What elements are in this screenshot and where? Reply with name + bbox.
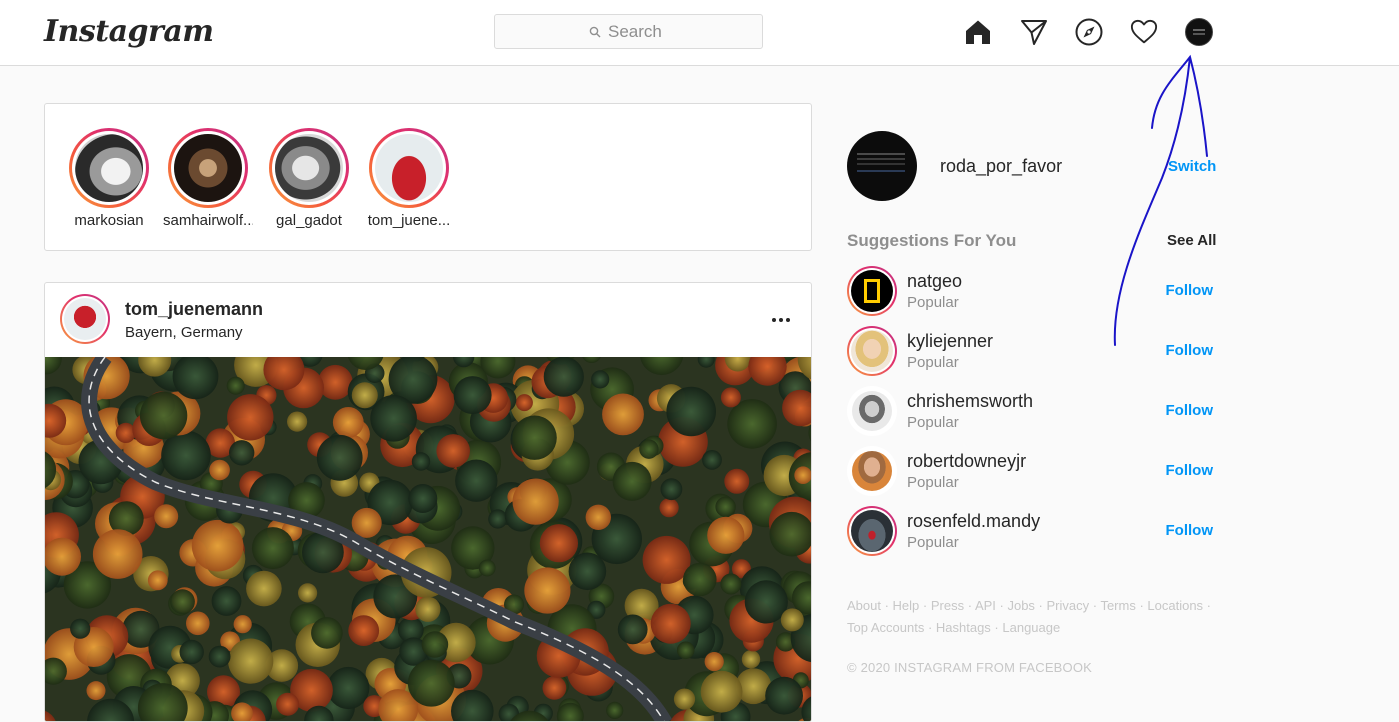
story-avatar [375,134,443,202]
suggestion-row: kyliejenner Popular Follow [847,326,1213,382]
more-dots-icon [772,318,776,322]
footer-link-language[interactable]: Language [1002,620,1060,635]
direct-message-icon[interactable] [1020,18,1048,46]
footer-link-privacy[interactable]: Privacy [1047,598,1090,613]
suggestion-avatar[interactable] [847,266,897,316]
story-username: gal_gadot [264,212,354,229]
suggestion-username[interactable]: chrishemsworth [907,391,1033,412]
explore-compass-icon[interactable] [1075,18,1103,46]
post-image[interactable] [45,357,812,722]
autumn-forest-road-photo [45,357,812,722]
follow-button[interactable]: Follow [1166,522,1214,539]
search-box[interactable] [494,14,763,49]
footer-link-locations[interactable]: Locations [1147,598,1203,613]
follow-button[interactable]: Follow [1166,462,1214,479]
suggestion-avatar[interactable] [847,446,897,496]
home-icon[interactable] [964,18,992,46]
suggestion-avatar[interactable] [847,386,897,436]
story-avatar [174,134,242,202]
copyright-text: © 2020 INSTAGRAM FROM FACEBOOK [847,660,1092,675]
footer-link-press[interactable]: Press [931,598,964,613]
suggestion-row: natgeo Popular Follow [847,266,1213,322]
suggestion-subtitle: Popular [907,414,959,431]
footer-links: About · Help · Press · API · Jobs · Priv… [847,595,1217,639]
stories-tray: markosian samhairwolf... gal_gadot tom_j… [44,103,812,251]
footer-link-help[interactable]: Help [893,598,920,613]
follow-button[interactable]: Follow [1166,282,1214,299]
activity-heart-icon[interactable] [1130,18,1158,46]
footer-link-top-accounts[interactable]: Top Accounts [847,620,924,635]
suggestion-username[interactable]: robertdowneyjr [907,451,1026,472]
story-ring [168,128,248,208]
natgeo-logo-icon [864,279,880,303]
instagram-logo[interactable]: Instagram [44,14,214,49]
footer-link-about[interactable]: About [847,598,881,613]
footer-link-api[interactable]: API [975,598,996,613]
story-ring [69,128,149,208]
suggestion-avatar[interactable] [847,506,897,556]
suggestion-subtitle: Popular [907,354,959,371]
post-location[interactable]: Bayern, Germany [125,324,243,341]
suggestion-subtitle: Popular [907,474,959,491]
search-input[interactable] [608,22,668,42]
suggestions-title: Suggestions For You [847,231,1016,251]
footer-link-jobs[interactable]: Jobs [1007,598,1034,613]
suggestion-username[interactable]: kyliejenner [907,331,993,352]
suggestion-row: chrishemsworth Popular Follow [847,386,1213,442]
search-icon [589,26,601,38]
current-user-username[interactable]: roda_por_favor [940,156,1062,177]
story-username: tom_juene... [364,212,454,229]
switch-account-button[interactable]: Switch [1168,158,1216,175]
story-item[interactable]: samhairwolf... [163,128,253,229]
suggestion-row: rosenfeld.mandy Popular Follow [847,506,1213,562]
story-ring [369,128,449,208]
follow-button[interactable]: Follow [1166,402,1214,419]
story-username: markosian [64,212,154,229]
post-author-avatar[interactable] [60,294,110,344]
suggestion-avatar[interactable] [847,326,897,376]
story-ring [269,128,349,208]
suggestion-row: robertdowneyjr Popular Follow [847,446,1213,502]
story-avatar [275,134,343,202]
current-user-avatar[interactable] [847,131,917,201]
suggestion-username[interactable]: rosenfeld.mandy [907,511,1040,532]
feed-post: tom_juenemann Bayern, Germany [44,282,812,722]
suggestion-subtitle: Popular [907,294,959,311]
story-item[interactable]: tom_juene... [364,128,454,229]
story-username: samhairwolf... [163,212,253,229]
footer-link-terms[interactable]: Terms [1100,598,1135,613]
suggestion-username[interactable]: natgeo [907,271,962,292]
story-avatar [75,134,143,202]
post-author-username[interactable]: tom_juenemann [125,299,263,320]
top-navigation-bar: Instagram [0,0,1399,66]
story-item[interactable]: gal_gadot [264,128,354,229]
follow-button[interactable]: Follow [1166,342,1214,359]
post-options-button[interactable] [769,310,793,330]
profile-avatar[interactable] [1185,18,1213,46]
see-all-button[interactable]: See All [1167,232,1216,249]
suggestion-subtitle: Popular [907,534,959,551]
footer-link-hashtags[interactable]: Hashtags [936,620,991,635]
story-item[interactable]: markosian [64,128,154,229]
